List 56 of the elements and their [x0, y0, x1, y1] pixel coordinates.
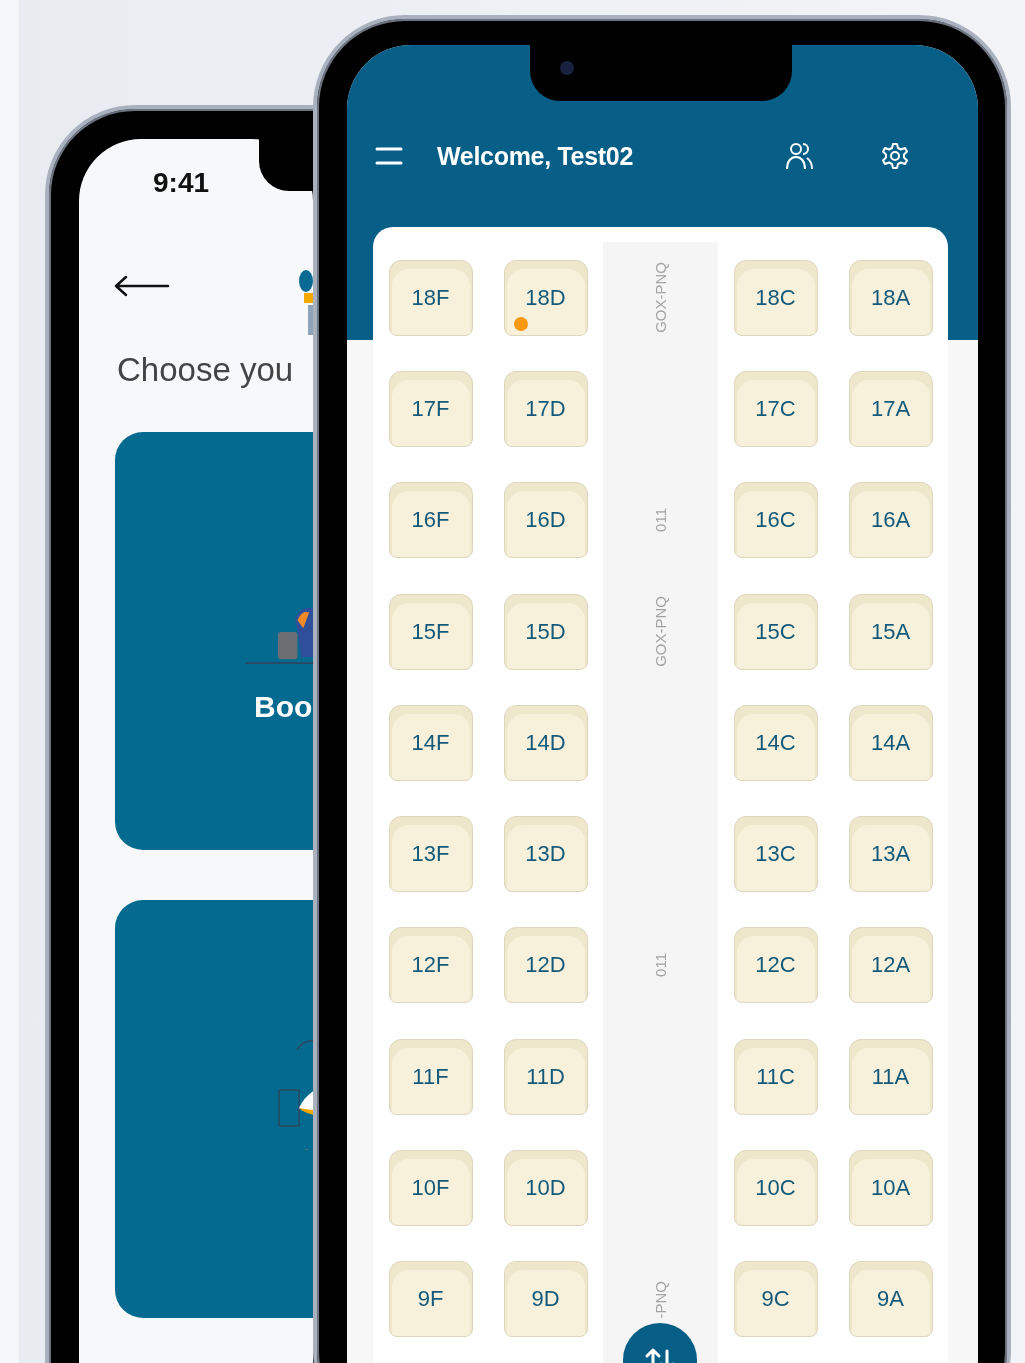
route-label: -PNQ	[652, 1280, 669, 1319]
seat[interactable]: 13A	[848, 816, 933, 893]
seat[interactable]: 15D	[503, 593, 588, 670]
settings-icon[interactable]	[881, 142, 910, 170]
seat[interactable]: 11C	[733, 1038, 818, 1115]
seat[interactable]: 16F	[388, 482, 473, 559]
seat[interactable]: 18D	[503, 259, 588, 336]
seat[interactable]: 12A	[848, 927, 933, 1004]
seat[interactable]: 18F	[388, 259, 473, 336]
route-label: 011	[652, 508, 669, 533]
seat[interactable]: 17D	[503, 370, 588, 447]
seat[interactable]: 15F	[388, 593, 473, 670]
seat[interactable]: 10A	[848, 1150, 933, 1226]
menu-icon[interactable]	[375, 146, 403, 166]
route-label: GOX-PNQ	[652, 262, 669, 334]
seat[interactable]: 12C	[733, 927, 818, 1004]
logo-drawing	[296, 269, 313, 335]
seat[interactable]: 16A	[848, 482, 933, 559]
option-card[interactable]: Boo	[115, 432, 313, 850]
route-label: GOX-PNQ	[652, 596, 669, 667]
seat[interactable]: 9A	[848, 1261, 933, 1338]
seat[interactable]: 9F	[388, 1261, 473, 1338]
route-label: 011	[652, 953, 669, 978]
status-dot	[513, 316, 528, 331]
seat[interactable]: 11A	[848, 1038, 933, 1115]
seat[interactable]: 13D	[503, 816, 588, 893]
seat[interactable]: 17F	[388, 370, 473, 447]
welcome-title: Welcome, Test02	[437, 141, 634, 171]
seat[interactable]: 18C	[733, 259, 818, 336]
seat[interactable]: 14A	[848, 704, 933, 781]
status-time: 9:41	[153, 167, 210, 199]
seat[interactable]: 10D	[503, 1150, 588, 1226]
seat[interactable]: 16D	[503, 482, 588, 559]
people-icon[interactable]	[785, 141, 816, 171]
seat[interactable]: 15A	[848, 593, 933, 670]
seat[interactable]: 15C	[733, 593, 818, 670]
seat[interactable]: 18A	[848, 259, 933, 336]
seat[interactable]: 12F	[388, 927, 473, 1004]
seat[interactable]: 10C	[733, 1150, 818, 1226]
page-heading: Choose you	[117, 351, 294, 389]
seat[interactable]: 11D	[503, 1038, 588, 1115]
seat[interactable]: 16C	[733, 482, 818, 559]
seat[interactable]: 17A	[848, 370, 933, 447]
seat[interactable]: 12D	[503, 927, 588, 1004]
seat[interactable]: 13F	[388, 816, 473, 893]
back-arrow-icon[interactable]	[114, 274, 170, 298]
seat[interactable]: 14D	[503, 704, 588, 781]
seat[interactable]: 10F	[388, 1150, 473, 1226]
seat[interactable]: 11F	[388, 1038, 473, 1115]
seat[interactable]: 14C	[733, 704, 818, 781]
seat[interactable]: 9D	[503, 1261, 588, 1338]
seat[interactable]: 17C	[733, 370, 818, 447]
camera-lens	[560, 61, 574, 75]
seat[interactable]: 9C	[733, 1261, 818, 1338]
seat[interactable]: 14F	[388, 704, 473, 781]
seat[interactable]: 13C	[733, 816, 818, 893]
